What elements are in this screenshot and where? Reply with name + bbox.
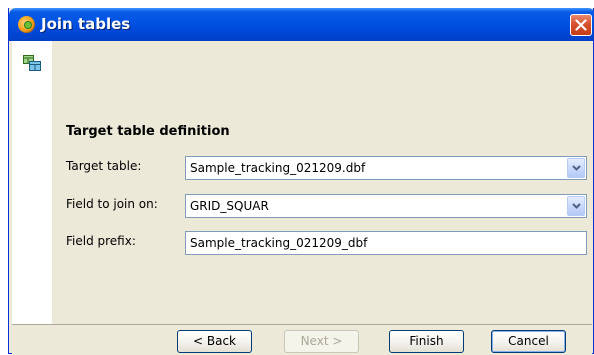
app-globe-icon xyxy=(18,16,35,33)
join-tables-dialog: Join tables Target table definition Targ… xyxy=(8,8,594,355)
chevron-down-icon xyxy=(572,203,581,209)
join-field-select[interactable]: GRID_SQUAR xyxy=(185,194,587,218)
finish-button[interactable]: Finish xyxy=(389,330,464,353)
title-bar[interactable]: Join tables xyxy=(9,8,594,41)
join-tables-icon xyxy=(23,55,41,71)
target-table-select[interactable]: Sample_tracking_021209.dbf xyxy=(185,156,587,180)
target-table-dropdown-button[interactable] xyxy=(567,158,585,178)
close-icon xyxy=(575,19,587,31)
field-prefix-label: Field prefix: xyxy=(66,234,136,248)
field-prefix-input[interactable]: Sample_tracking_021209_dbf xyxy=(185,231,587,255)
wizard-side-panel xyxy=(12,41,52,324)
target-table-label: Target table: xyxy=(66,159,142,173)
join-field-dropdown-button[interactable] xyxy=(567,196,585,216)
back-button[interactable]: < Back xyxy=(177,330,252,353)
join-field-label: Field to join on: xyxy=(66,197,158,211)
window-title: Join tables xyxy=(41,15,131,33)
field-prefix-value: Sample_tracking_021209_dbf xyxy=(190,236,368,250)
section-title: Target table definition xyxy=(66,124,230,139)
next-button[interactable]: Next > xyxy=(284,330,359,353)
chevron-down-icon xyxy=(572,165,581,171)
close-button[interactable] xyxy=(570,14,592,36)
target-table-value: Sample_tracking_021209.dbf xyxy=(190,161,366,175)
cancel-button[interactable]: Cancel xyxy=(491,330,566,353)
join-field-value: GRID_SQUAR xyxy=(190,199,269,213)
wizard-content: Target table definition Target table: Sa… xyxy=(52,41,592,324)
button-bar: < Back Next > Finish Cancel xyxy=(12,324,592,355)
